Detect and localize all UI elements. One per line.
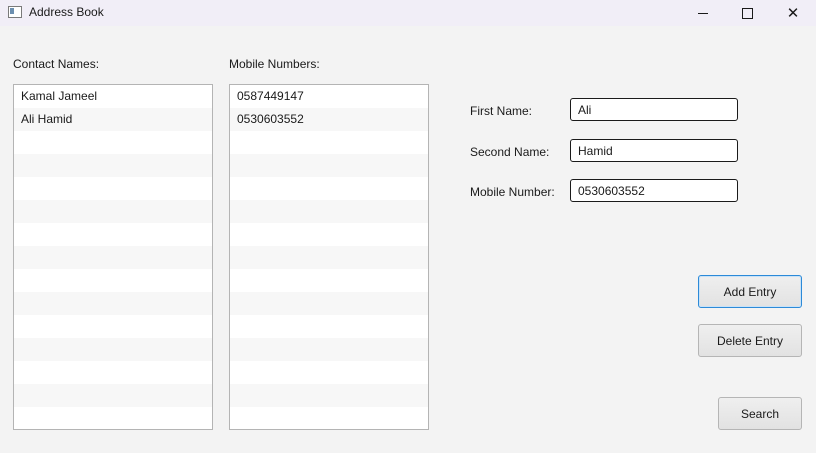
empty-list-row xyxy=(230,223,428,246)
empty-list-row xyxy=(14,315,212,338)
close-button[interactable]: ✕ xyxy=(770,0,816,26)
minimize-button[interactable] xyxy=(680,0,726,26)
empty-list-row xyxy=(230,338,428,361)
empty-list-row xyxy=(230,269,428,292)
empty-list-row xyxy=(14,384,212,407)
title-bar: Address Book ✕ xyxy=(0,0,816,26)
empty-list-row xyxy=(14,154,212,177)
empty-list-row xyxy=(14,269,212,292)
mobile-number-field[interactable] xyxy=(570,179,738,202)
mobile-number-label: Mobile Number: xyxy=(470,185,555,199)
empty-list-row xyxy=(230,292,428,315)
delete-entry-button[interactable]: Delete Entry xyxy=(698,324,802,357)
minimize-icon xyxy=(698,12,708,14)
second-name-label: Second Name: xyxy=(470,145,550,159)
empty-list-row xyxy=(14,292,212,315)
window-title: Address Book xyxy=(29,5,104,19)
empty-list-row xyxy=(14,223,212,246)
empty-list-row xyxy=(230,384,428,407)
search-button[interactable]: Search xyxy=(718,397,802,430)
second-name-field[interactable] xyxy=(570,139,738,162)
mobile-list-item[interactable]: 0587449147 xyxy=(230,85,428,108)
maximize-button[interactable] xyxy=(724,0,770,26)
first-name-label: First Name: xyxy=(470,104,533,118)
maximize-icon xyxy=(741,7,753,19)
empty-list-row xyxy=(14,246,212,269)
empty-list-row xyxy=(14,407,212,429)
mobile-list-item[interactable]: 0530603552 xyxy=(230,108,428,131)
empty-list-row xyxy=(14,177,212,200)
mobile-numbers-list[interactable]: 0587449147 0530603552 xyxy=(229,84,429,430)
app-window-icon xyxy=(8,6,22,18)
first-name-field[interactable] xyxy=(570,98,738,121)
empty-list-row xyxy=(14,200,212,223)
empty-list-row xyxy=(230,246,428,269)
mobile-numbers-label: Mobile Numbers: xyxy=(229,57,320,71)
empty-list-row xyxy=(14,361,212,384)
empty-list-row xyxy=(230,361,428,384)
empty-list-row xyxy=(230,315,428,338)
empty-list-row xyxy=(230,131,428,154)
empty-list-row xyxy=(230,177,428,200)
empty-list-row xyxy=(14,338,212,361)
empty-list-row xyxy=(230,154,428,177)
contact-list-item[interactable]: Ali Hamid xyxy=(14,108,212,131)
empty-list-row xyxy=(230,407,428,429)
contact-list-item[interactable]: Kamal Jameel xyxy=(14,85,212,108)
contact-names-list[interactable]: Kamal Jameel Ali Hamid xyxy=(13,84,213,430)
add-entry-button[interactable]: Add Entry xyxy=(698,275,802,308)
empty-list-row xyxy=(14,131,212,154)
empty-list-row xyxy=(230,200,428,223)
contact-names-label: Contact Names: xyxy=(13,57,100,71)
close-icon: ✕ xyxy=(786,4,800,22)
